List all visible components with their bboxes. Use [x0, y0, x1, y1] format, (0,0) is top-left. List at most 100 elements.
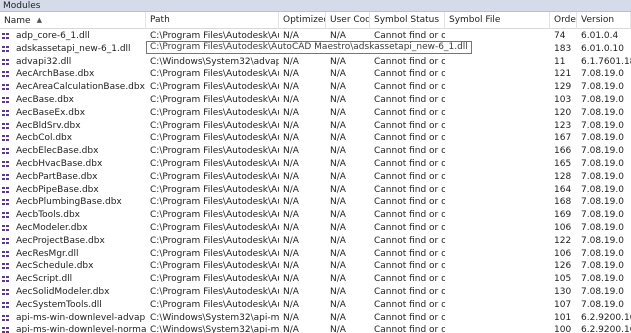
module-name-cell: AecProjectBase.dbx: [16, 235, 105, 246]
module-user-code-cell: N/A: [330, 158, 346, 169]
module-version-cell: 7.08.19.0: [581, 299, 624, 310]
module-optimized-cell: N/A: [283, 133, 299, 144]
module-order-cell: 128: [554, 171, 572, 182]
module-optimized-cell: N/A: [283, 158, 299, 169]
table-row[interactable]: AecAreaCalculationBase.dbx C:\Program Fil…: [0, 81, 631, 94]
module-order-cell: 166: [554, 146, 572, 157]
module-symbol-file-cell: [445, 132, 550, 145]
table-row[interactable]: AecSystemTools.dll C:\Program Files\Autod…: [0, 299, 631, 312]
module-path-cell: C:\Program Files\Autodesk\Auto...: [150, 222, 279, 233]
module-path-cell: C:\Program Files\Autodesk\Auto...: [150, 158, 279, 169]
module-user-code-cell: N/A: [330, 325, 346, 333]
module-symbol-status-cell: Cannot find or o...: [374, 69, 445, 80]
module-name-cell: AecbElecBase.dbx: [16, 146, 99, 157]
module-user-code-cell: N/A: [330, 171, 346, 182]
module-version-cell: 6.2.9200.16...: [581, 325, 631, 333]
module-name-cell: api-ms-win-downlevel-advapi32-l...: [16, 312, 146, 323]
table-row[interactable]: AecArchBase.dbx C:\Program Files\Autodesk…: [0, 68, 631, 81]
module-name-cell: AecBase.dbx: [16, 94, 75, 105]
column-header-symbol-status[interactable]: Symbol Status: [370, 12, 445, 29]
module-user-code-cell: N/A: [330, 222, 346, 233]
column-header-order[interactable]: Order: [550, 12, 577, 29]
module-optimized-cell: N/A: [283, 82, 299, 93]
module-symbol-status-cell: Cannot find or o...: [374, 210, 445, 221]
module-version-cell: 7.08.19.0: [581, 274, 624, 285]
module-version-cell: 7.08.19.0: [581, 171, 624, 182]
table-row[interactable]: advapi32.dll C:\Windows\System32\advapi32…: [0, 56, 631, 69]
table-row[interactable]: AecModeler.dbx C:\Program Files\Autodesk\…: [0, 222, 631, 235]
table-row[interactable]: api-ms-win-downlevel-advapi32-l... C:\Win…: [0, 312, 631, 325]
table-row[interactable]: AecBase.dbx C:\Program Files\Autodesk\Aut…: [0, 94, 631, 107]
sort-ascending-icon: ▲: [36, 16, 42, 24]
module-user-code-cell: N/A: [330, 94, 346, 105]
table-row[interactable]: AecBldSrv.dbx C:\Program Files\Autodesk\A…: [0, 120, 631, 133]
module-version-cell: 7.08.19.0: [581, 235, 624, 246]
module-order-cell: 123: [554, 120, 572, 131]
table-row[interactable]: AecbPipeBase.dbx C:\Program Files\Autodes…: [0, 184, 631, 197]
table-row[interactable]: AecbCol.dbx C:\Program Files\Autodesk\Aut…: [0, 132, 631, 145]
module-version-cell: 7.08.19.0: [581, 184, 624, 195]
table-row[interactable]: AecBaseEx.dbx C:\Program Files\Autodesk\A…: [0, 107, 631, 120]
module-symbol-file-cell: [445, 312, 550, 325]
column-header-user-code[interactable]: User Code: [326, 12, 370, 29]
module-path-cell: C:\Program Files\Autodesk\Auto...: [150, 235, 279, 246]
module-version-cell: 6.2.9200.16...: [581, 312, 631, 323]
module-optimized-cell: N/A: [283, 69, 299, 80]
module-symbol-status-cell: Cannot find or o...: [374, 299, 445, 310]
module-version-cell: 6.01.0.4: [581, 31, 619, 41]
column-header-path[interactable]: Path: [146, 12, 279, 29]
module-version-cell: 7.08.19.0: [581, 82, 624, 93]
table-row[interactable]: AecProjectBase.dbx C:\Program Files\Autod…: [0, 235, 631, 248]
module-path-cell: C:\Windows\System32\api-ms-wi...: [150, 312, 279, 323]
module-optimized-cell: N/A: [283, 197, 299, 208]
module-version-cell: 6.1.7601.18...: [581, 56, 631, 67]
table-row[interactable]: AecSolidModeler.dbx C:\Program Files\Auto…: [0, 286, 631, 299]
table-row[interactable]: api-ms-win-downlevel-normaliz-l... C:\Win…: [0, 324, 631, 333]
module-user-code-cell: N/A: [330, 133, 346, 144]
module-symbol-file-cell: [445, 209, 550, 222]
module-order-cell: 164: [554, 184, 572, 195]
module-path-cell: C:\Windows\System32\advapi32.dll: [150, 56, 279, 67]
table-row[interactable]: AecbPartBase.dbx C:\Program Files\Autodes…: [0, 171, 631, 184]
module-name-cell: api-ms-win-downlevel-normaliz-l...: [16, 325, 146, 333]
module-order-cell: 183: [554, 43, 572, 54]
module-symbol-file-cell: [445, 286, 550, 299]
window-title: Modules: [3, 1, 41, 11]
module-user-code-cell: N/A: [330, 197, 346, 208]
column-header-version[interactable]: Version: [577, 12, 631, 29]
module-symbol-file-cell: [445, 196, 550, 209]
module-name-cell: advapi32.dll: [16, 56, 72, 67]
table-row[interactable]: AecbHvacBase.dbx C:\Program Files\Autodes…: [0, 158, 631, 171]
table-row[interactable]: AecbPlumbingBase.dbx C:\Program Files\Aut…: [0, 196, 631, 209]
module-optimized-cell: N/A: [283, 261, 299, 272]
module-symbol-status-cell: Cannot find or o...: [374, 184, 445, 195]
column-header-name[interactable]: Name ▲: [0, 12, 146, 29]
module-user-code-cell: N/A: [330, 82, 346, 93]
module-symbol-status-cell: Cannot find or o...: [374, 248, 445, 259]
module-path-cell: C:\Program Files\Autodesk\Auto...: [150, 210, 279, 221]
module-optimized-cell: N/A: [283, 312, 299, 323]
table-row[interactable]: AecbTools.dbx C:\Program Files\Autodesk\A…: [0, 209, 631, 222]
module-optimized-cell: N/A: [283, 184, 299, 195]
module-order-cell: 106: [554, 248, 572, 259]
module-symbol-status-cell: Cannot find or o...: [374, 222, 445, 233]
table-row[interactable]: AecScript.dll C:\Program Files\Autodesk\A…: [0, 273, 631, 286]
module-name-cell: AecbPipeBase.dbx: [16, 184, 99, 195]
module-symbol-status-cell: Cannot find or o...: [374, 286, 445, 297]
path-tooltip: C:\Program Files\Autodesk\AutoCAD Maestr…: [146, 41, 472, 54]
module-version-cell: 7.08.19.0: [581, 248, 624, 259]
module-path-cell: C:\Program Files\Autodesk\Auto...: [150, 82, 279, 93]
module-symbol-file-cell: [445, 56, 550, 69]
column-header-optimized[interactable]: Optimized: [279, 12, 326, 29]
module-optimized-cell: N/A: [283, 274, 299, 285]
module-order-cell: 167: [554, 133, 572, 144]
module-name-cell: adskassetapi_new-6_1.dll: [16, 43, 131, 54]
module-name-cell: AecbTools.dbx: [16, 210, 80, 221]
table-row[interactable]: AecResMgr.dll C:\Program Files\Autodesk\A…: [0, 248, 631, 261]
table-row[interactable]: AecbElecBase.dbx C:\Program Files\Autodes…: [0, 145, 631, 158]
module-order-cell: 130: [554, 286, 572, 297]
column-header-symbol-file[interactable]: Symbol File: [445, 12, 550, 29]
module-name-cell: AecbPlumbingBase.dbx: [16, 197, 122, 208]
table-row[interactable]: AecSchedule.dbx C:\Program Files\Autodesk…: [0, 260, 631, 273]
module-version-cell: 7.08.19.0: [581, 133, 624, 144]
